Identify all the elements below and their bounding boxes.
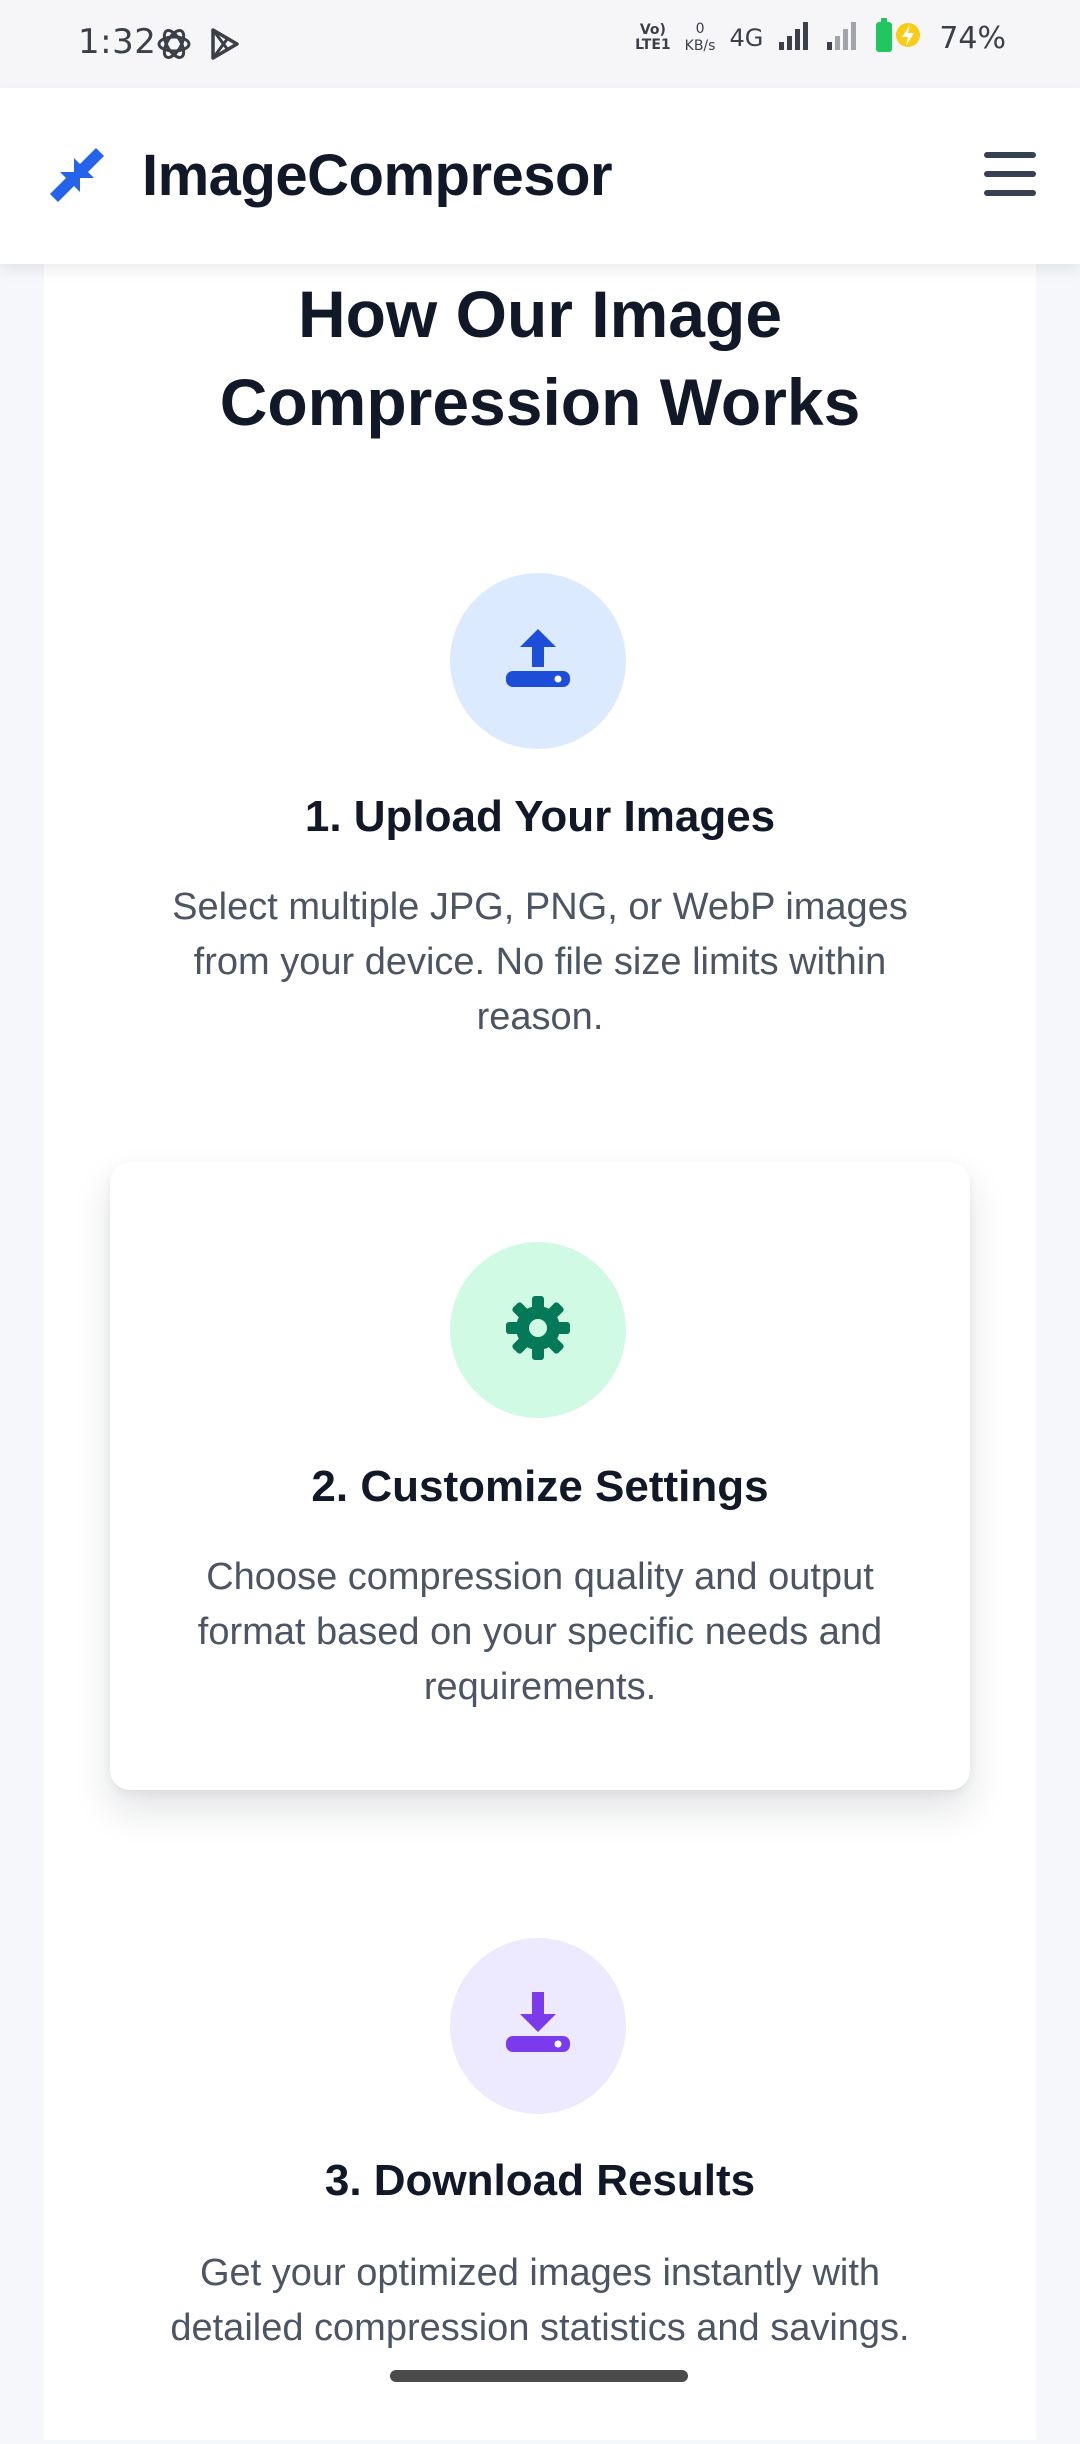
battery-percent: 74% (939, 20, 1006, 56)
step-card-upload: 1. Upload Your Images Select multiple JP… (110, 490, 970, 1110)
network-type: 4G (729, 24, 764, 52)
app-title[interactable]: ImageCompresor (142, 142, 613, 209)
compress-arrows-icon[interactable] (42, 140, 112, 210)
step-title: 2. Customize Settings (311, 1462, 769, 1511)
gear-icon (503, 1293, 573, 1368)
step-card-customize: 2. Customize Settings Choose compression… (110, 1162, 970, 1790)
status-indicators: Vo) LTE1 0 KB/s 4G 74% (635, 18, 1006, 58)
how-it-works-section: How Our Image Compression Works 1. Uploa… (44, 240, 1036, 2440)
signal-strength-sim2-icon (825, 20, 859, 56)
step-description: Choose compression quality and output fo… (197, 1556, 883, 1708)
upload-icon (502, 623, 574, 700)
app-header: ImageCompresor (0, 88, 1080, 264)
download-icon-circle (450, 1938, 626, 2114)
network-speed: 0 KB/s (684, 21, 716, 54)
chatgpt-notification-icon (154, 24, 194, 64)
section-title: How Our Image Compression Works (219, 277, 861, 439)
gear-icon-circle (450, 1242, 626, 1418)
battery-icon (873, 18, 921, 58)
hamburger-icon-bar (984, 190, 1036, 196)
step-description: Select multiple JPG, PNG, or WebP images… (172, 886, 908, 1038)
step-card-download: 3. Download Results Get your optimized i… (110, 1844, 970, 2444)
hamburger-icon-bar (984, 171, 1036, 177)
play-store-notification-icon (204, 24, 244, 64)
step-title: 1. Upload Your Images (304, 792, 776, 841)
home-indicator[interactable] (390, 2370, 688, 2382)
upload-icon-circle (450, 573, 626, 749)
step-description: Get your optimized images instantly with… (170, 2252, 910, 2349)
menu-button[interactable] (982, 146, 1038, 202)
download-icon (502, 1988, 574, 2065)
status-time: 1:32 (78, 22, 157, 62)
signal-strength-icon (777, 20, 811, 56)
step-title: 3. Download Results (324, 2156, 756, 2205)
hamburger-icon-bar (984, 152, 1036, 158)
status-bar: 1:32 Vo) LTE1 0 KB/s 4G 74% (0, 0, 1080, 88)
volte-indicator: Vo) LTE1 (635, 22, 671, 53)
